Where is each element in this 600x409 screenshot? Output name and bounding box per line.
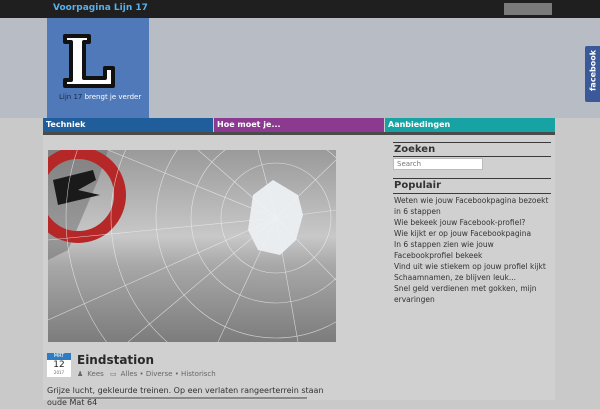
author-icon: ♟ bbox=[77, 370, 84, 378]
top-bar-button[interactable] bbox=[504, 3, 552, 15]
post-date-day: 12 bbox=[53, 360, 65, 370]
popular-item[interactable]: Wie kijkt er op jouw Facebookpagina bbox=[394, 228, 554, 239]
post-date-badge: MRT 12 2017 bbox=[47, 353, 71, 377]
sidebar-search-heading: Zoeken bbox=[394, 144, 436, 155]
popular-item[interactable]: Vind uit wie stiekem op jouw profiel kij… bbox=[394, 261, 554, 272]
home-link[interactable]: Voorpagina Lijn 17 bbox=[53, 3, 148, 13]
featured-image[interactable] bbox=[48, 150, 336, 342]
nav-tab-hoe-moet-je[interactable]: Hoe moet je... bbox=[214, 118, 384, 132]
site-logo[interactable]: Lijn 17 brengt je verder bbox=[47, 18, 149, 118]
logo-letter bbox=[63, 34, 115, 88]
facebook-tab-label: facebook bbox=[588, 49, 598, 92]
search-input[interactable] bbox=[393, 158, 483, 170]
top-bar: Voorpagina Lijn 17 bbox=[0, 0, 600, 18]
popular-item[interactable]: Snel geld verdienen met gokken, mijn erv… bbox=[394, 283, 554, 305]
popular-item[interactable]: In 6 stappen zien wie jouw Facebookprofi… bbox=[394, 239, 554, 261]
sidebar-divider bbox=[393, 156, 551, 157]
logo-tagline: Lijn 17 brengt je verder bbox=[59, 93, 142, 101]
post-date-year: 2017 bbox=[53, 370, 65, 375]
popular-list: Weten wie jouw Facebookpagina bezoekt in… bbox=[394, 195, 554, 305]
popular-item[interactable]: Wie bekeek jouw Facebook-profiel? bbox=[394, 217, 554, 228]
post-date-month: MRT bbox=[47, 353, 71, 360]
nav-tab-techniek[interactable]: Techniek bbox=[43, 118, 213, 132]
post-author[interactable]: Kees bbox=[87, 370, 104, 378]
popular-item[interactable]: Weten wie jouw Facebookpagina bezoekt in… bbox=[394, 195, 554, 217]
facebook-tab[interactable]: facebook bbox=[585, 46, 600, 102]
post-meta: ♟ Kees ▭ Alles • Diverse • Historisch bbox=[77, 370, 220, 378]
nav-tab-aanbiedingen[interactable]: Aanbiedingen bbox=[385, 118, 555, 132]
folder-icon: ▭ bbox=[110, 370, 117, 378]
sidebar-divider bbox=[393, 142, 551, 143]
post-title[interactable]: Eindstation bbox=[77, 353, 154, 367]
shattered-glass-image bbox=[48, 150, 336, 342]
post-categories[interactable]: Alles • Diverse • Historisch bbox=[121, 370, 216, 378]
sidebar-divider bbox=[393, 193, 551, 194]
sidebar-divider bbox=[393, 178, 551, 179]
popular-item[interactable]: Schaamnamen, ze blijven leuk... bbox=[394, 272, 554, 283]
sidebar-popular-heading: Populair bbox=[394, 180, 442, 191]
